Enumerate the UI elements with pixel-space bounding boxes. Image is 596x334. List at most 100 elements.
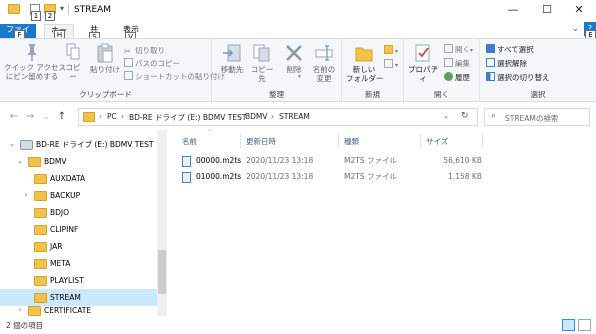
file-name: 00000.m2ts [196,156,242,165]
close-button[interactable]: ✕ [562,0,596,20]
folder-icon [34,242,47,252]
easy-access-button[interactable]: ▾ [384,59,398,70]
breadcrumb-pc[interactable]: PC [107,112,117,121]
expand-icon[interactable]: › [16,306,24,316]
paste-shortcut-button[interactable]: ショートカットの貼り付け [124,71,225,82]
breadcrumb-drive[interactable]: BD-RE ドライブ (E:) BDMV TEST [129,112,246,123]
new-folder-label: 新しい フォルダー [346,65,384,83]
folder-icon [34,225,47,235]
file-size: 56,610 KB [443,156,482,165]
delete-dropdown-icon[interactable]: ▾ [298,72,301,81]
tree-item-auxdata[interactable]: AUXDATA [0,170,157,187]
copy-path-icon [124,58,133,67]
tree-item-playlist[interactable]: PLAYLIST [0,272,157,289]
column-divider[interactable] [420,134,421,148]
status-bar: 2 個の項目 [0,316,596,334]
ribbon: クイック アクセス にピン留めする コピー 貼り付け ✂ 切り取り パスのコピー … [0,38,596,102]
ribbon-expand-icon[interactable]: ⌄ [572,24,579,33]
collapse-icon[interactable]: ⌄ [16,153,24,170]
select-none-label: 選択解除 [497,59,527,68]
copy-path-button[interactable]: パスのコピー [124,58,180,69]
search-box[interactable]: ⌕ STREAMの検索 [484,108,590,126]
copy-path-label: パスのコピー [135,59,180,68]
edit-button[interactable]: 編集 [444,58,470,69]
details-view-button[interactable] [562,319,575,331]
tree-item-drive[interactable]: ⌄ BD-RE ドライブ (E:) BDMV TEST [0,136,157,153]
tree-item-jar[interactable]: JAR [0,238,157,255]
large-icons-view-button[interactable] [578,319,591,331]
column-divider[interactable] [240,134,241,148]
drive-icon [20,140,33,150]
select-group-label: 選択 [530,90,546,99]
tree-item-certificate[interactable]: › CERTIFICATE [0,306,157,316]
open-group-label: 開く [434,90,449,99]
tree-item-stream[interactable]: STREAM [0,289,157,306]
tree-item-label: CLIPINF [50,225,79,234]
column-header-size[interactable]: サイズ [426,136,448,147]
delete-button[interactable]: 削除 ▾ [282,43,306,80]
cut-button[interactable]: ✂ 切り取り [124,45,165,56]
breadcrumb-separator: › [99,112,102,121]
column-header-type[interactable]: 種類 [344,136,359,147]
paste-button[interactable]: 貼り付け [88,43,122,74]
tree-item-meta[interactable]: META [0,255,157,272]
address-bar[interactable]: › PC › BD-RE ドライブ (E:) BDMV TEST › BDMV … [78,108,478,126]
copy-to-button[interactable]: コピー先 [248,43,276,83]
tree-item-label: AUXDATA [50,174,86,183]
column-divider[interactable] [338,134,339,148]
quick-access-dropdown-icon[interactable]: ▾ [60,4,64,13]
column-header-name[interactable]: 名前 [182,136,197,147]
folder-icon [34,293,47,303]
open-button[interactable]: 開く▾ [444,44,473,55]
file-size: 1,158 KB [448,172,482,181]
tree-item-label: BDMV [44,157,67,166]
copy-to-icon [252,43,272,63]
history-button[interactable]: 履歴 [444,72,470,83]
back-button[interactable]: ← [8,110,20,124]
forward-button[interactable]: → [24,110,36,124]
select-all-button[interactable]: すべて選択 [486,44,534,55]
invert-selection-label: 選択の切り替え [497,73,550,82]
collapse-icon[interactable]: ⌄ [8,136,16,153]
refresh-icon[interactable]: ↻ [461,111,469,121]
select-none-button[interactable]: 選択解除 [486,58,527,69]
breadcrumb-bdmv[interactable]: BDMV [245,112,268,121]
file-type: M2TS ファイル [344,156,397,165]
open-icon [444,44,453,53]
file-row[interactable]: 00000.m2ts 2020/11/23 13:18 M2TS ファイル 56… [182,154,482,168]
navigation-pane: ⌄ BD-RE ドライブ (E:) BDMV TEST ⌄ BDMV AUXDA… [0,130,168,316]
folder-icon [28,157,41,167]
open-dropdown-icon: ▾ [470,47,474,54]
new-item-button[interactable]: ▾ [384,45,398,56]
breadcrumb-separator[interactable]: › [237,112,240,121]
tree-item-clipinf[interactable]: CLIPINF [0,221,157,238]
up-button[interactable]: ↑ [56,110,68,124]
move-to-button[interactable]: 移動先 [218,43,246,74]
breadcrumb-separator[interactable]: › [271,112,274,121]
address-dropdown-icon[interactable]: ⌄ [443,112,449,120]
copy-button[interactable]: コピー [62,43,84,81]
nav-scrollbar-thumb[interactable] [158,250,166,294]
recent-locations-icon[interactable]: ⌄ [40,110,52,124]
maximize-button[interactable]: ☐ [530,0,564,20]
column-header-date[interactable]: 更新日時 [246,136,276,147]
properties-dropdown-icon[interactable]: ▾ [434,64,437,73]
select-all-icon [486,44,495,53]
file-list: ˄ 名前 更新日時 種類 サイズ 00000.m2ts 2020/11/23 1… [170,129,596,316]
pin-quick-access-button[interactable]: クイック アクセス にピン留めする [4,43,66,81]
minimize-button[interactable]: — [496,0,530,20]
expand-icon[interactable]: › [22,187,30,204]
new-item-icon [384,45,393,54]
invert-selection-button[interactable]: 選択の切り替え [486,72,550,83]
breadcrumb-stream[interactable]: STREAM [279,112,310,121]
tree-item-bdjo[interactable]: BDJO [0,204,157,221]
properties-button[interactable]: プロパティ ▾ [406,43,440,83]
tree-item-bdmv[interactable]: ⌄ BDMV [0,153,157,170]
file-row[interactable]: 01000.m2ts 2020/11/23 13:18 M2TS ファイル 1,… [182,170,482,184]
column-divider[interactable] [482,134,483,148]
tree-item-backup[interactable]: › BACKUP [0,187,157,204]
breadcrumb-separator[interactable]: › [121,112,124,121]
rename-button[interactable]: 名前の 変更 [310,43,338,83]
new-group-label: 新規 [365,90,380,99]
new-folder-button[interactable]: 新しい フォルダー [346,43,384,83]
